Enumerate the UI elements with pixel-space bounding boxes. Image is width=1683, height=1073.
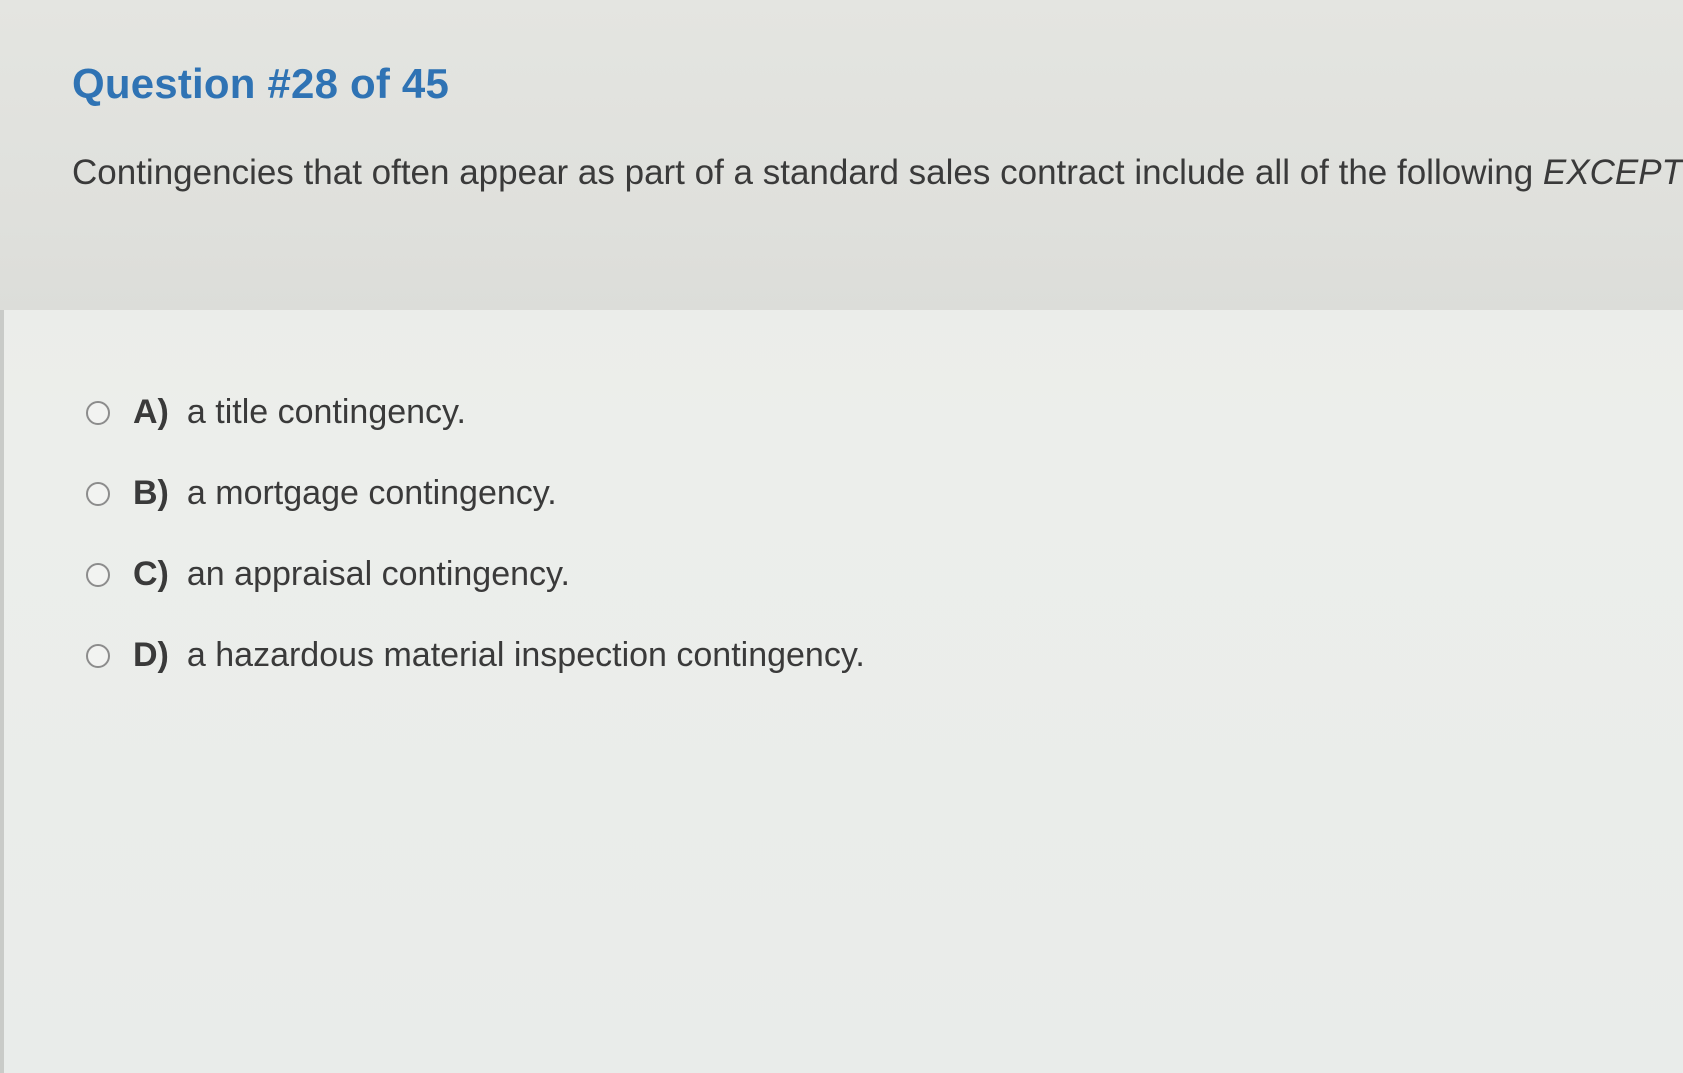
answer-option-c[interactable]: C) an appraisal contingency.	[86, 534, 865, 615]
option-letter-b: B)	[133, 474, 169, 512]
option-text-d: a hazardous material inspection continge…	[186, 636, 865, 674]
question-text-emphasis: EXCEPT	[1542, 153, 1683, 192]
radio-button-b[interactable]	[86, 481, 110, 506]
answer-option-b[interactable]: B) a mortgage contingency.	[86, 453, 865, 534]
question-text: Contingencies that often appear as part …	[72, 153, 1683, 193]
answer-option-d[interactable]: D) a hazardous material inspection conti…	[86, 615, 865, 696]
option-text-a: a title contingency.	[186, 393, 466, 431]
radio-button-d[interactable]	[86, 643, 110, 668]
option-letter-d: D)	[133, 636, 169, 674]
radio-button-a[interactable]	[86, 400, 110, 425]
question-header: Question #28 of 45 Contingencies that of…	[0, 0, 1683, 310]
answer-option-a[interactable]: A) a title contingency.	[86, 372, 865, 453]
option-text-c: an appraisal contingency.	[186, 555, 570, 593]
option-letter-a: A)	[133, 393, 169, 431]
question-text-main: Contingencies that often appear as part …	[72, 153, 1543, 192]
question-title: Question #28 of 45	[72, 60, 450, 107]
answer-options: A) a title contingency. B) a mortgage co…	[86, 372, 865, 696]
option-text-b: a mortgage contingency.	[186, 474, 557, 512]
radio-button-c[interactable]	[86, 562, 110, 587]
option-letter-c: C)	[133, 555, 169, 593]
